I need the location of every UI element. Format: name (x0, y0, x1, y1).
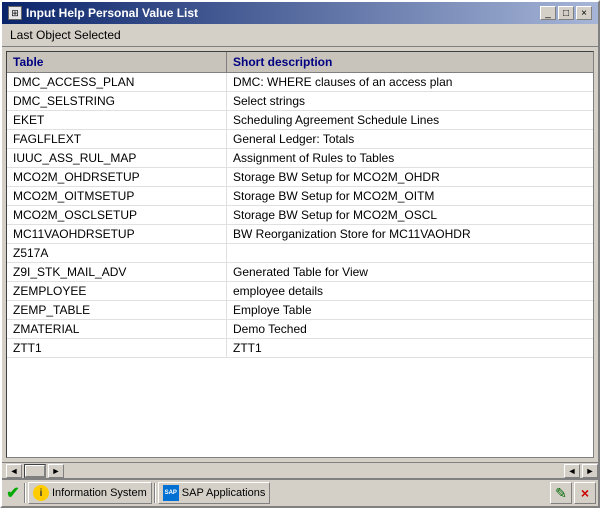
sap-apps-icon: SAP (163, 485, 179, 501)
cell-table-name: ZTT1 (7, 339, 227, 357)
cell-table-desc: Storage BW Setup for MCO2M_OHDR (227, 168, 593, 186)
table-row[interactable]: MCO2M_OITMSETUPStorage BW Setup for MCO2… (7, 187, 593, 206)
scroll-right-button[interactable]: ► (48, 464, 64, 478)
scroll-right3-button[interactable]: ► (582, 464, 598, 478)
sap-apps-label: SAP Applications (182, 487, 266, 499)
maximize-button[interactable]: □ (558, 6, 574, 20)
col-header-table: Table (7, 52, 227, 72)
table-row[interactable]: MCO2M_OHDRSETUPStorage BW Setup for MCO2… (7, 168, 593, 187)
cell-table-desc: ZTT1 (227, 339, 593, 357)
col-header-desc: Short description (227, 52, 593, 72)
horiz-scroll-area: ◄ ► (2, 462, 68, 480)
cell-table-name: DMC_ACCESS_PLAN (7, 73, 227, 91)
table-row[interactable]: DMC_SELSTRINGSelect strings (7, 92, 593, 111)
table-row[interactable]: MC11VAOHDRSETUPBW Reorganization Store f… (7, 225, 593, 244)
cell-table-desc: Select strings (227, 92, 593, 110)
info-system-label: Information System (52, 487, 147, 499)
cell-table-name: MC11VAOHDRSETUP (7, 225, 227, 243)
scroll-right2-button[interactable]: ◄ (564, 464, 580, 478)
info-symbol: i (40, 488, 43, 499)
cell-table-desc: Generated Table for View (227, 263, 593, 281)
cell-table-name: Z517A (7, 244, 227, 262)
window-icon: ⊞ (8, 6, 22, 20)
title-bar-left: ⊞ Input Help Personal Value List (8, 6, 198, 20)
title-bar: ⊞ Input Help Personal Value List _ □ × (2, 2, 598, 24)
table-row[interactable]: MCO2M_OSCLSETUPStorage BW Setup for MCO2… (7, 206, 593, 225)
cell-table-name: MCO2M_OITMSETUP (7, 187, 227, 205)
scroll-thumb[interactable] (25, 465, 45, 477)
title-bar-buttons: _ □ × (540, 6, 592, 20)
pen-button[interactable]: ✎ (550, 482, 572, 504)
close-status-button[interactable]: × (574, 482, 596, 504)
main-content: Table Short description DMC_ACCESS_PLAND… (2, 47, 598, 462)
table-body[interactable]: DMC_ACCESS_PLANDMC: WHERE clauses of an … (7, 73, 593, 457)
cell-table-name: EKET (7, 111, 227, 129)
cell-table-desc (227, 244, 593, 262)
table-container: Table Short description DMC_ACCESS_PLAND… (6, 51, 594, 458)
last-object-label: Last Object Selected (10, 28, 121, 42)
info-system-icon: i (33, 485, 49, 501)
cell-table-name: ZEMPLOYEE (7, 282, 227, 300)
sap-symbol: SAP (165, 490, 177, 496)
cell-table-name: DMC_SELSTRING (7, 92, 227, 110)
cell-table-name: MCO2M_OHDRSETUP (7, 168, 227, 186)
info-system-button[interactable]: i Information System (28, 482, 152, 504)
scroll-track[interactable] (24, 464, 46, 478)
cell-table-desc: employee details (227, 282, 593, 300)
last-object-bar: Last Object Selected (2, 24, 598, 47)
cell-table-name: MCO2M_OSCLSETUP (7, 206, 227, 224)
check-icon[interactable]: ✔ (4, 484, 22, 502)
cell-table-desc: Scheduling Agreement Schedule Lines (227, 111, 593, 129)
main-window: ⊞ Input Help Personal Value List _ □ × L… (0, 0, 600, 508)
close-status-icon: × (581, 485, 589, 501)
table-row[interactable]: FAGLFLEXTGeneral Ledger: Totals (7, 130, 593, 149)
cell-table-desc: Assignment of Rules to Tables (227, 149, 593, 167)
table-row[interactable]: ZMATERIALDemo Teched (7, 320, 593, 339)
sap-apps-button[interactable]: SAP SAP Applications (158, 482, 271, 504)
cell-table-name: IUUC_ASS_RUL_MAP (7, 149, 227, 167)
table-row[interactable]: DMC_ACCESS_PLANDMC: WHERE clauses of an … (7, 73, 593, 92)
status-divider-1 (24, 483, 26, 503)
right-scroll-area: ◄ ► (564, 464, 598, 478)
close-button[interactable]: × (576, 6, 592, 20)
cell-table-desc: General Ledger: Totals (227, 130, 593, 148)
table-row[interactable]: Z517A (7, 244, 593, 263)
cell-table-name: FAGLFLEXT (7, 130, 227, 148)
cell-table-desc: DMC: WHERE clauses of an access plan (227, 73, 593, 91)
bottom-scrollbar: ◄ ► ◄ ► (2, 462, 598, 478)
statusbar: ✔ i Information System SAP SAP Applicati… (2, 478, 598, 506)
table-row[interactable]: EKETScheduling Agreement Schedule Lines (7, 111, 593, 130)
minimize-button[interactable]: _ (540, 6, 556, 20)
right-buttons: ✎ × (550, 482, 596, 504)
window-title: Input Help Personal Value List (26, 6, 198, 20)
table-row[interactable]: ZTT1ZTT1 (7, 339, 593, 358)
scroll-left-button[interactable]: ◄ (6, 464, 22, 478)
cell-table-name: Z9I_STK_MAIL_ADV (7, 263, 227, 281)
pen-icon: ✎ (555, 485, 567, 502)
table-header: Table Short description (7, 52, 593, 73)
cell-table-name: ZEMP_TABLE (7, 301, 227, 319)
table-row[interactable]: IUUC_ASS_RUL_MAPAssignment of Rules to T… (7, 149, 593, 168)
checkmark-symbol: ✔ (6, 483, 19, 503)
table-row[interactable]: ZEMPLOYEEemployee details (7, 282, 593, 301)
table-row[interactable]: ZEMP_TABLEEmploye Table (7, 301, 593, 320)
cell-table-desc: Storage BW Setup for MCO2M_OITM (227, 187, 593, 205)
status-divider-2 (154, 483, 156, 503)
cell-table-desc: Storage BW Setup for MCO2M_OSCL (227, 206, 593, 224)
cell-table-desc: Employe Table (227, 301, 593, 319)
cell-table-name: ZMATERIAL (7, 320, 227, 338)
cell-table-desc: Demo Teched (227, 320, 593, 338)
cell-table-desc: BW Reorganization Store for MC11VAOHDR (227, 225, 593, 243)
table-row[interactable]: Z9I_STK_MAIL_ADVGenerated Table for View (7, 263, 593, 282)
